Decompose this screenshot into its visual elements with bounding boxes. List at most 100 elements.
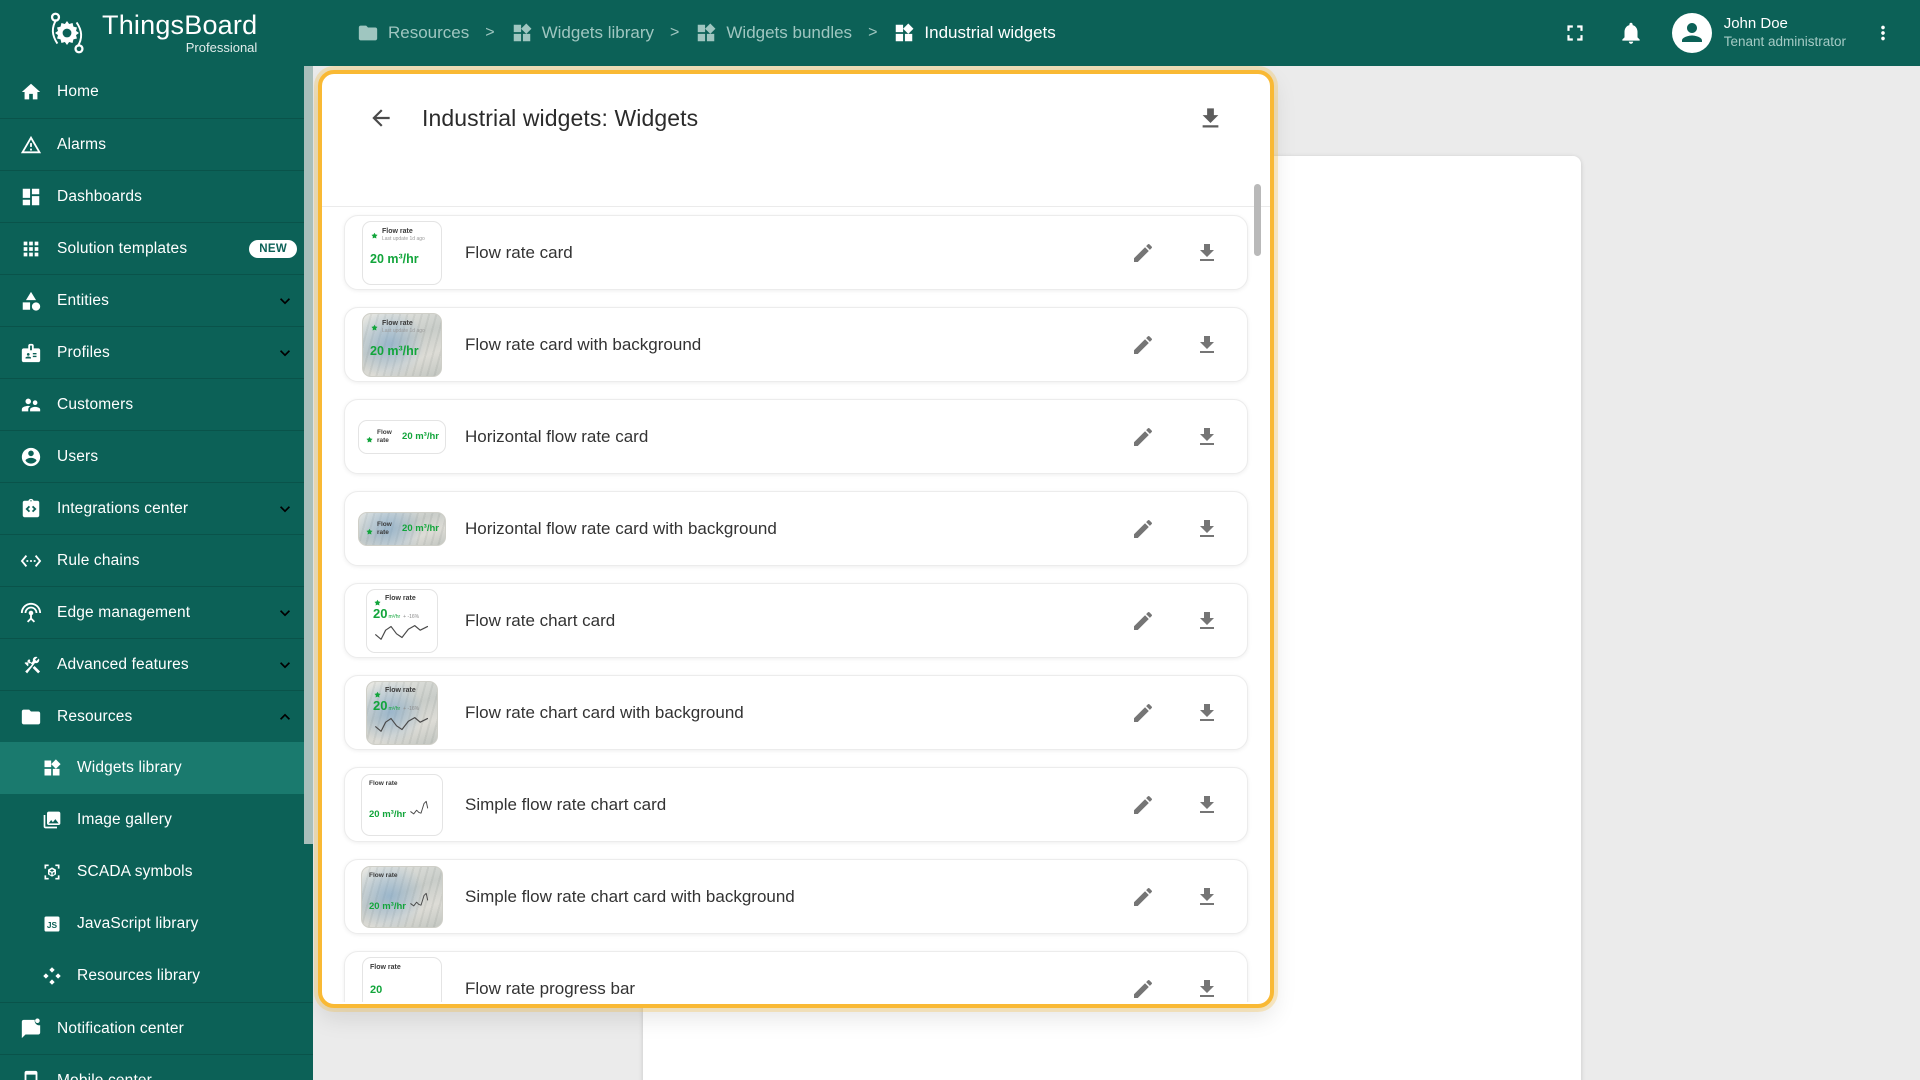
chevron-down-icon: [275, 655, 295, 675]
logo-text: ThingsBoard Professional: [102, 12, 257, 55]
sidebar-item-resources[interactable]: Resources: [0, 690, 313, 742]
sidebar-item-edge-management[interactable]: Edge management: [0, 586, 313, 638]
widget-row[interactable]: Flow rate 20 m³/hr Horizontal flow rate ca…: [344, 491, 1248, 566]
apps-grid-icon: [20, 238, 42, 260]
top-actions: John Doe Tenant administrator: [1532, 13, 1920, 53]
sparkline-chart: [375, 716, 429, 732]
sidebar-item-integrations-center[interactable]: Integrations center: [0, 482, 313, 534]
edit-widget-button[interactable]: [1131, 241, 1155, 265]
download-widget-button[interactable]: [1195, 701, 1219, 725]
edit-icon: [1131, 243, 1155, 268]
rule-chains-icon: [20, 550, 42, 572]
mobile-icon: [20, 1070, 42, 1080]
widget-row[interactable]: Flow rate 20 m³/hr Simple flow rate chart …: [344, 767, 1248, 842]
widget-thumbnail-box: Flow rate 20: [355, 956, 449, 1002]
sidebar-item-label: Integrations center: [57, 499, 189, 517]
more-menu-button[interactable]: [1872, 20, 1894, 46]
widget-row[interactable]: Flow rate 20 m³/hr Simple flow rate chart …: [344, 859, 1248, 934]
logo[interactable]: ThingsBoard Professional: [0, 10, 313, 56]
user-menu[interactable]: John Doe Tenant administrator: [1671, 13, 1846, 53]
js-icon: JS: [42, 914, 62, 934]
sidebar-item-customers[interactable]: Customers: [0, 378, 313, 430]
fullscreen-icon: [1562, 25, 1588, 49]
chevron-down-icon: [275, 291, 295, 311]
widgets-panel: Industrial widgets: Widgets Flow rate Las…: [318, 70, 1274, 1008]
widget-row[interactable]: Flow rate 20 m³/hr + -16% Flow rate chart ca…: [344, 583, 1248, 658]
widgets-icon: [893, 22, 915, 44]
breadcrumb-item-widgets-bundles[interactable]: Widgets bundles: [695, 22, 852, 44]
entities-icon: [20, 290, 42, 312]
download-widget-button[interactable]: [1195, 609, 1219, 633]
edit-widget-button[interactable]: [1131, 425, 1155, 449]
widget-row[interactable]: Flow rate Last update 1d ago 20 m³/hr Flow …: [344, 215, 1248, 290]
widget-row[interactable]: Flow rate 20 Flow rate progress bar: [344, 951, 1248, 1002]
download-widget-button[interactable]: [1195, 333, 1219, 357]
sidebar-item-profiles[interactable]: Profiles: [0, 326, 313, 378]
sidebar-item-notification-center[interactable]: Notification center: [0, 1002, 313, 1054]
folder-icon: [20, 706, 42, 728]
edit-widget-button[interactable]: [1131, 333, 1155, 357]
breadcrumb-item-resources[interactable]: Resources: [357, 22, 469, 44]
widget-actions: [1091, 977, 1219, 1001]
back-button[interactable]: [368, 105, 394, 131]
widget-title: Horizontal flow rate card: [465, 426, 649, 446]
flow-icon: [370, 320, 379, 330]
edit-widget-button[interactable]: [1131, 701, 1155, 725]
sidebar-item-advanced-features[interactable]: Advanced features: [0, 638, 313, 690]
widget-title: Simple flow rate chart card with backgro…: [465, 886, 795, 906]
flow-icon: [365, 524, 374, 535]
sidebar-item-users[interactable]: Users: [0, 430, 313, 482]
edit-widget-button[interactable]: [1131, 793, 1155, 817]
download-widget-button[interactable]: [1195, 793, 1219, 817]
sidebar-item-image-gallery[interactable]: Image gallery: [0, 794, 313, 846]
sidebar-item-scada-symbols[interactable]: SCADA symbols: [0, 846, 313, 898]
widget-list: Flow rate Last update 1d ago 20 m³/hr Flow …: [322, 206, 1270, 1002]
breadcrumb-item-widgets-library[interactable]: Widgets library: [511, 22, 654, 44]
download-widget-button[interactable]: [1195, 241, 1219, 265]
edit-widget-button[interactable]: [1131, 609, 1155, 633]
sidebar-item-javascript-library[interactable]: JS JavaScript library: [0, 898, 313, 950]
widget-actions: [1091, 885, 1219, 909]
sidebar-item-label: Solution templates: [57, 239, 188, 257]
sidebar-item-home[interactable]: Home: [0, 66, 313, 118]
avatar[interactable]: [1671, 13, 1712, 53]
breadcrumb-label: Widgets library: [541, 23, 655, 42]
widget-row[interactable]: Flow rate Last update 1d ago 20 m³/hr Flow …: [344, 307, 1248, 382]
edit-widget-button[interactable]: [1131, 885, 1155, 909]
sidebar-submenu: Widgets library Image gallery SCADA symbol…: [0, 742, 313, 1002]
sidebar-item-mobile-center[interactable]: Mobile center: [0, 1054, 313, 1080]
widget-thumbnail: Flow rate 20 m³/hr: [358, 511, 446, 546]
sidebar-item-solution-templates[interactable]: Solution templates NEW: [0, 222, 313, 274]
widget-thumbnail: Flow rate 20 m³/hr: [361, 865, 443, 928]
sidebar-item-rule-chains[interactable]: Rule chains: [0, 534, 313, 586]
download-icon: [1195, 979, 1219, 1003]
widget-thumbnail-box: Flow rate 20 m³/hr: [355, 511, 449, 546]
sidebar-item-entities[interactable]: Entities: [0, 274, 313, 326]
edit-icon: [1131, 427, 1155, 452]
panel-scrollbar-thumb[interactable]: [1254, 184, 1261, 256]
download-widget-button[interactable]: [1195, 425, 1219, 449]
edit-widget-button[interactable]: [1131, 517, 1155, 541]
sidebar-item-alarms[interactable]: Alarms: [0, 118, 313, 170]
sidebar-item-dashboards[interactable]: Dashboards: [0, 170, 313, 222]
widget-row[interactable]: Flow rate 20 m³/hr Horizontal flow rate ca…: [344, 399, 1248, 474]
download-widget-button[interactable]: [1195, 517, 1219, 541]
fullscreen-button[interactable]: [1562, 20, 1588, 46]
sidebar-scrollbar-thumb[interactable]: [304, 66, 313, 844]
sidebar-item-resources-library[interactable]: Resources library: [0, 950, 313, 1002]
sidebar-item-widgets-library[interactable]: Widgets library: [0, 742, 313, 794]
widget-row[interactable]: Flow rate 20 m³/hr + -16% Flow rate chart ca…: [344, 675, 1248, 750]
flow-icon: [365, 432, 374, 443]
sparkline-chart: [410, 892, 429, 907]
download-bundle-button[interactable]: [1197, 105, 1224, 132]
widget-thumbnail: Flow rate 20 m³/hr: [358, 419, 446, 454]
widget-thumbnail: Flow rate Last update 1d ago 20 m³/hr: [362, 312, 442, 377]
download-widget-button[interactable]: [1195, 977, 1219, 1001]
download-widget-button[interactable]: [1195, 885, 1219, 909]
user-name: John Doe: [1723, 15, 1788, 33]
sidebar-item-label: Notification center: [57, 1019, 184, 1037]
notifications-button[interactable]: [1618, 20, 1644, 46]
widget-thumbnail-box: Flow rate 20 m³/hr: [355, 865, 449, 928]
edit-widget-button[interactable]: [1131, 977, 1155, 1001]
edge-antenna-icon: [20, 602, 42, 624]
